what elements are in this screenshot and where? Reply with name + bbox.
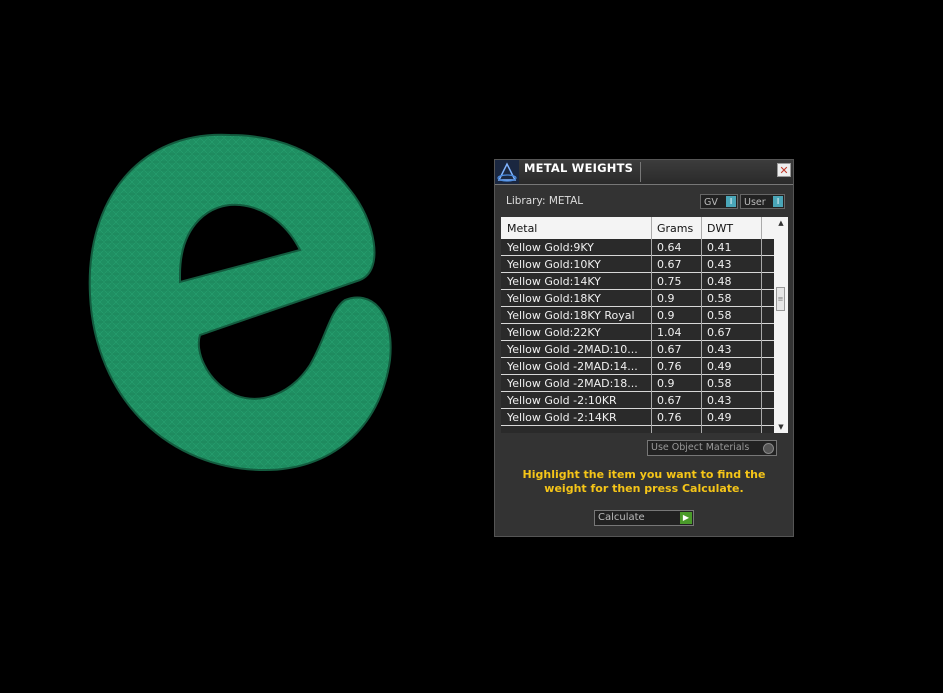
user-toggle[interactable]: User I: [740, 194, 785, 209]
table-row[interactable]: Yellow Gold -2:14KR 0.76 0.49: [501, 409, 774, 426]
table-row[interactable]: Yellow Gold -2:10KR 0.67 0.43: [501, 392, 774, 409]
cell-metal: Yellow Gold -2MAD:14...: [507, 360, 638, 373]
scroll-up-icon[interactable]: ▲: [774, 217, 788, 229]
cell-dwt: 0.67: [707, 326, 732, 339]
radio-icon: [763, 443, 774, 454]
panel-titlebar[interactable]: METAL WEIGHTS ✕: [495, 160, 793, 185]
column-divider: [761, 217, 762, 433]
cell-grams: 0.76: [657, 360, 682, 373]
cell-grams: 0.67: [657, 394, 682, 407]
table-row[interactable]: Yellow Gold:14KY 0.75 0.48: [501, 273, 774, 290]
cell-grams: 0.75: [657, 275, 682, 288]
cell-grams: 0.9: [657, 309, 675, 322]
table-row[interactable]: Yellow Gold:18KY Royal 0.9 0.58: [501, 307, 774, 324]
close-icon[interactable]: ✕: [777, 163, 791, 177]
cell-dwt: 0.58: [707, 292, 732, 305]
cell-grams: 0.9: [657, 292, 675, 305]
table-row[interactable]: Yellow Gold:9KY 0.64 0.41: [501, 239, 774, 256]
use-object-materials-label: Use Object Materials: [651, 442, 750, 453]
cell-grams: 0.64: [657, 241, 682, 254]
cell-grams: 0.76: [657, 411, 682, 424]
title-divider: [640, 162, 641, 182]
table-row[interactable]: Yellow Gold:10KY 0.67 0.43: [501, 256, 774, 273]
column-divider: [701, 217, 702, 433]
cell-grams: 0.9: [657, 377, 675, 390]
table-header: Metal Grams DWT: [501, 217, 774, 239]
cell-metal: Yellow Gold -2MAD:10...: [507, 343, 638, 356]
cell-dwt: 0.49: [707, 411, 732, 424]
cell-metal: Yellow Gold:10KY: [507, 258, 601, 271]
play-arrow-icon: ▶: [680, 512, 692, 524]
cell-metal: Yellow Gold:9KY: [507, 241, 594, 254]
table-scrollbar[interactable]: ▲ ≡ ▼: [774, 217, 788, 433]
cell-metal: Yellow Gold -2:14KR: [507, 411, 617, 424]
cell-metal: Yellow Gold -2:10KR: [507, 394, 617, 407]
metal-weights-panel: METAL WEIGHTS ✕ Library: METAL GV I User…: [494, 159, 794, 537]
table-row[interactable]: Yellow Gold -2MAD:10... 0.67 0.43: [501, 341, 774, 358]
gv-toggle-knob-icon: I: [726, 196, 736, 207]
cell-metal: Yellow Gold:22KY: [507, 326, 601, 339]
library-label: Library: METAL: [506, 195, 584, 207]
cell-dwt: 0.58: [707, 377, 732, 390]
cell-dwt: 0.43: [707, 343, 732, 356]
table-row[interactable]: Yellow Gold -2MAD:18... 0.9 0.58: [501, 375, 774, 392]
header-dwt[interactable]: DWT: [707, 222, 733, 235]
table-row[interactable]: Yellow Gold -2MAD:14... 0.76 0.49: [501, 358, 774, 375]
scroll-down-icon[interactable]: ▼: [774, 421, 788, 433]
cell-metal: Yellow Gold:18KY Royal: [507, 309, 635, 322]
cell-metal: Yellow Gold:14KY: [507, 275, 601, 288]
3d-viewport[interactable]: [0, 0, 943, 693]
cell-dwt: 0.48: [707, 275, 732, 288]
cell-metal: Yellow Gold -2MAD:18...: [507, 377, 638, 390]
app-logo-icon: [495, 160, 519, 184]
gv-toggle-label: GV: [704, 197, 718, 208]
user-toggle-knob-icon: I: [773, 196, 783, 207]
header-grams[interactable]: Grams: [657, 222, 693, 235]
hint-text: Highlight the item you want to find the …: [522, 468, 766, 495]
cell-metal: Yellow Gold:18KY: [507, 292, 601, 305]
cell-dwt: 0.43: [707, 394, 732, 407]
panel-title: METAL WEIGHTS: [524, 161, 634, 175]
letter-e-model: [88, 133, 392, 472]
metal-table: Metal Grams DWT Yellow Gold:9KY 0.64 0.41 Y…: [501, 217, 774, 433]
calculate-button[interactable]: Calculate ▶: [594, 510, 694, 526]
cell-dwt: 0.41: [707, 241, 732, 254]
column-divider: [651, 217, 652, 433]
header-metal[interactable]: Metal: [507, 222, 537, 235]
gv-toggle[interactable]: GV I: [700, 194, 738, 209]
table-row[interactable]: Yellow Gold:18KY 0.9 0.58: [501, 290, 774, 307]
table-row[interactable]: Yellow Gold:22KY 1.04 0.67: [501, 324, 774, 341]
cell-grams: 0.67: [657, 258, 682, 271]
calculate-label: Calculate: [598, 512, 645, 523]
scroll-thumb[interactable]: ≡: [776, 287, 785, 311]
cell-dwt: 0.58: [707, 309, 732, 322]
user-toggle-label: User: [744, 197, 766, 208]
cell-grams: 1.04: [657, 326, 682, 339]
cell-grams: 0.67: [657, 343, 682, 356]
cell-dwt: 0.49: [707, 360, 732, 373]
use-object-materials-checkbox[interactable]: Use Object Materials: [647, 440, 777, 456]
cell-dwt: 0.43: [707, 258, 732, 271]
